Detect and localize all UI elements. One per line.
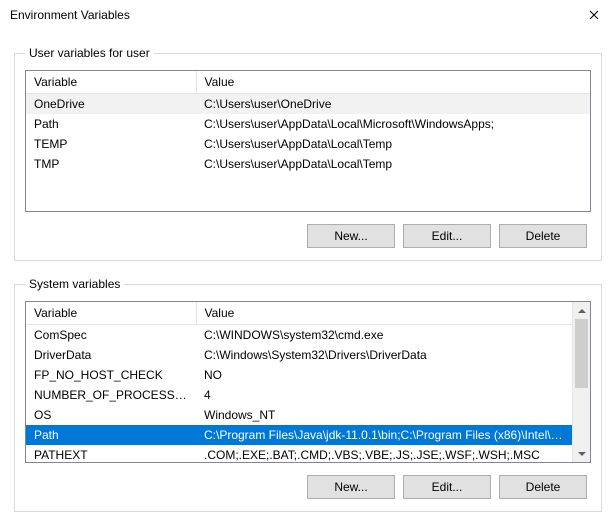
system-cell-value: NO xyxy=(196,365,572,385)
scroll-track[interactable] xyxy=(573,319,590,445)
user-cell-variable: OneDrive xyxy=(26,94,196,115)
system-row[interactable]: PATHEXT.COM;.EXE;.BAT;.CMD;.VBS;.VBE;.JS… xyxy=(26,445,572,462)
system-scrollbar[interactable] xyxy=(572,302,590,462)
system-cell-variable: FP_NO_HOST_CHECK xyxy=(26,365,196,385)
system-cell-value: C:\WINDOWS\system32\cmd.exe xyxy=(196,325,572,346)
system-row[interactable]: FP_NO_HOST_CHECKNO xyxy=(26,365,572,385)
user-new-button[interactable]: New... xyxy=(307,224,395,248)
user-row[interactable]: TEMPC:\Users\user\AppData\Local\Temp xyxy=(26,134,590,154)
system-row[interactable]: OSWindows_NT xyxy=(26,405,572,425)
user-delete-button[interactable]: Delete xyxy=(499,224,587,248)
scroll-down-button[interactable] xyxy=(573,445,590,462)
system-cell-variable: DriverData xyxy=(26,345,196,365)
system-cell-value: .COM;.EXE;.BAT;.CMD;.VBS;.VBE;.JS;.JSE;.… xyxy=(196,445,572,462)
user-row[interactable]: TMPC:\Users\user\AppData\Local\Temp xyxy=(26,154,590,174)
user-edit-button[interactable]: Edit... xyxy=(403,224,491,248)
user-cell-variable: TEMP xyxy=(26,134,196,154)
system-delete-button[interactable]: Delete xyxy=(499,475,587,499)
user-variables-table[interactable]: Variable Value OneDriveC:\Users\user\One… xyxy=(26,71,590,174)
environment-variables-dialog: Environment Variables User variables for… xyxy=(0,0,616,525)
user-cell-variable: Path xyxy=(26,114,196,134)
system-row[interactable]: ComSpecC:\WINDOWS\system32\cmd.exe xyxy=(26,325,572,346)
system-button-row: New... Edit... Delete xyxy=(25,475,591,499)
system-variables-group: System variables Variable Value ComSpecC… xyxy=(14,277,602,512)
system-row[interactable]: PathC:\Program Files\Java\jdk-11.0.1\bin… xyxy=(26,425,572,445)
system-col-value[interactable]: Value xyxy=(196,302,572,325)
system-edit-button[interactable]: Edit... xyxy=(403,475,491,499)
system-variables-table-wrap: Variable Value ComSpecC:\WINDOWS\system3… xyxy=(25,301,591,463)
system-new-button[interactable]: New... xyxy=(307,475,395,499)
user-variables-table-wrap: Variable Value OneDriveC:\Users\user\One… xyxy=(25,70,591,212)
user-cell-value: C:\Users\user\AppData\Local\Temp xyxy=(196,154,590,174)
chevron-up-icon xyxy=(578,307,586,315)
user-variables-group: User variables for user Variable Value O… xyxy=(14,46,602,261)
system-row[interactable]: NUMBER_OF_PROCESSORS4 xyxy=(26,385,572,405)
user-cell-value: C:\Users\user\AppData\Local\Microsoft\Wi… xyxy=(196,114,590,134)
system-cell-value: Windows_NT xyxy=(196,405,572,425)
user-row[interactable]: OneDriveC:\Users\user\OneDrive xyxy=(26,94,590,115)
system-row[interactable]: DriverDataC:\Windows\System32\Drivers\Dr… xyxy=(26,345,572,365)
chevron-down-icon xyxy=(578,450,586,458)
user-col-variable[interactable]: Variable xyxy=(26,71,196,94)
system-cell-variable: Path xyxy=(26,425,196,445)
system-cell-variable: NUMBER_OF_PROCESSORS xyxy=(26,385,196,405)
close-icon xyxy=(589,10,599,20)
system-col-variable[interactable]: Variable xyxy=(26,302,196,325)
system-cell-value: C:\Program Files\Java\jdk-11.0.1\bin;C:\… xyxy=(196,425,572,445)
titlebar: Environment Variables xyxy=(0,0,616,30)
user-cell-value: C:\Users\user\AppData\Local\Temp xyxy=(196,134,590,154)
system-variables-legend: System variables xyxy=(25,277,124,291)
scroll-thumb[interactable] xyxy=(575,319,588,388)
user-row[interactable]: PathC:\Users\user\AppData\Local\Microsof… xyxy=(26,114,590,134)
window-title: Environment Variables xyxy=(10,8,130,22)
system-cell-variable: OS xyxy=(26,405,196,425)
user-variables-legend: User variables for user xyxy=(25,46,154,60)
system-cell-value: 4 xyxy=(196,385,572,405)
system-cell-value: C:\Windows\System32\Drivers\DriverData xyxy=(196,345,572,365)
user-button-row: New... Edit... Delete xyxy=(25,224,591,248)
user-cell-value: C:\Users\user\OneDrive xyxy=(196,94,590,115)
scroll-up-button[interactable] xyxy=(573,302,590,319)
system-variables-table[interactable]: Variable Value ComSpecC:\WINDOWS\system3… xyxy=(26,302,572,462)
user-cell-variable: TMP xyxy=(26,154,196,174)
system-cell-variable: ComSpec xyxy=(26,325,196,346)
system-cell-variable: PATHEXT xyxy=(26,445,196,462)
close-button[interactable] xyxy=(571,0,616,30)
user-col-value[interactable]: Value xyxy=(196,71,590,94)
